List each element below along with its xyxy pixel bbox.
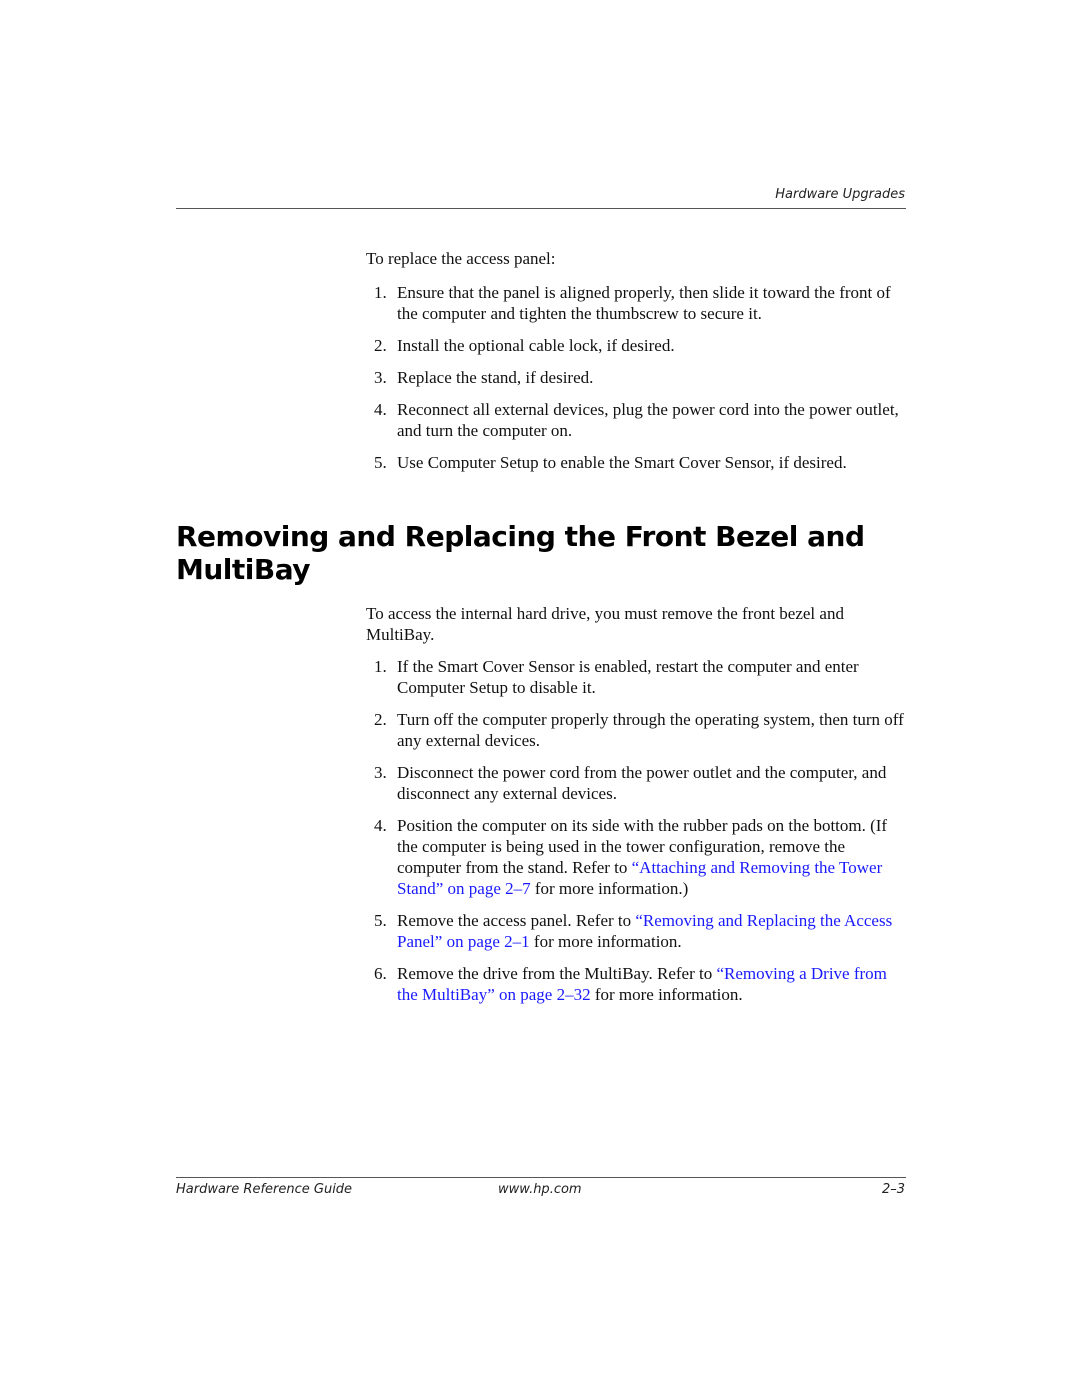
step-text: for more information.) [530,879,689,898]
step-text: Ensure that the panel is aligned properl… [397,283,891,323]
step-text: for more information. [529,932,682,951]
step-text: Use Computer Setup to enable the Smart C… [397,453,847,472]
step-text: Install the optional cable lock, if desi… [397,336,675,355]
step-text: Remove the drive from the MultiBay. Refe… [397,964,717,983]
step-text: Disconnect the power cord from the power… [397,763,887,803]
step-number: 5. [374,453,387,472]
step-number: 1. [374,657,387,676]
step-number: 3. [374,763,387,782]
page-number: 2–3 [881,1182,905,1197]
step-number: 4. [374,816,387,835]
bezel-removal-steps: 1. If the Smart Cover Sensor is enabled, … [366,656,906,1016]
list-item: 5. Use Computer Setup to enable the Smart… [366,452,906,473]
list-item: 6. Remove the drive from the MultiBay. Re… [366,963,906,1005]
list-item: 2. Turn off the computer properly through… [366,709,906,751]
step-number: 5. [374,911,387,930]
list-item: 3. Disconnect the power cord from the pow… [366,762,906,804]
step-number: 4. [374,400,387,419]
section-intro: To access the internal hard drive, you m… [366,604,844,644]
list-item: 5. Remove the access panel. Refer to “Rem… [366,910,906,952]
list-item: 1. If the Smart Cover Sensor is enabled, … [366,656,906,698]
step-number: 1. [374,283,387,302]
section-heading: Removing and Replacing the Front Bezel a… [176,520,865,586]
footer-url: www.hp.com [498,1182,582,1197]
footer-divider [176,1177,906,1178]
step-text: If the Smart Cover Sensor is enabled, re… [397,657,859,697]
list-item: 4. Position the computer on its side with… [366,815,906,899]
step-text: Remove the access panel. Refer to [397,911,636,930]
header-divider [176,208,906,209]
step-text: for more information. [590,985,743,1004]
running-header-title: Hardware Upgrades [775,187,905,202]
footer-guide-title: Hardware Reference Guide [176,1182,353,1197]
step-text: Replace the stand, if desired. [397,368,594,387]
step-number: 6. [374,964,387,983]
step-number: 2. [374,336,387,355]
list-item: 3. Replace the stand, if desired. [366,367,906,388]
step-text: Reconnect all external devices, plug the… [397,400,899,440]
replace-panel-steps: 1. Ensure that the panel is aligned prope… [366,282,906,484]
list-item: 4. Reconnect all external devices, plug t… [366,399,906,441]
list-item: 1. Ensure that the panel is aligned prope… [366,282,906,324]
step-text: Turn off the computer properly through t… [397,710,904,750]
list-item: 2. Install the optional cable lock, if de… [366,335,906,356]
replace-panel-intro: To replace the access panel: [366,249,556,268]
step-number: 3. [374,368,387,387]
step-number: 2. [374,710,387,729]
